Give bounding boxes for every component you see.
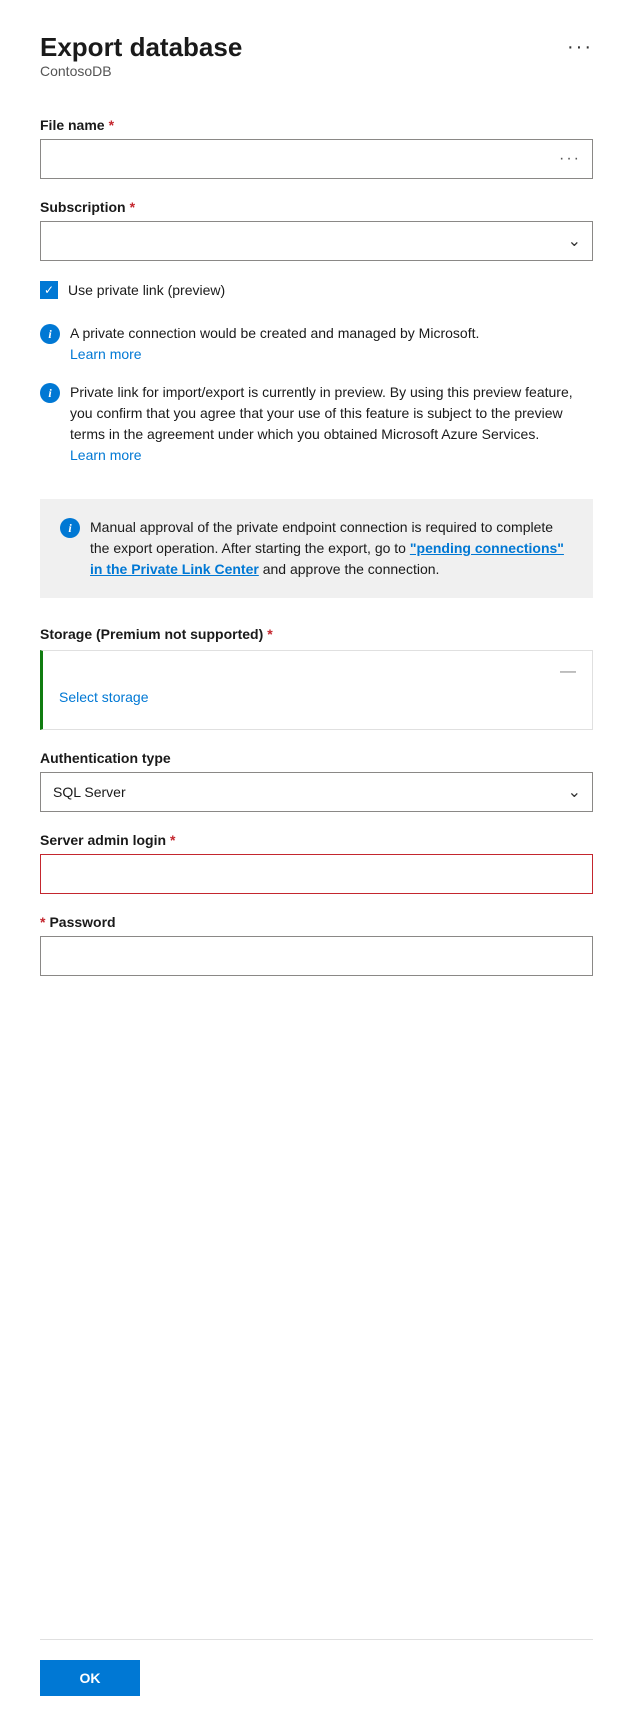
ok-button[interactable]: OK (40, 1660, 140, 1696)
file-name-input-wrapper: ··· (40, 139, 593, 179)
info-icon-2: i (40, 383, 60, 403)
password-input[interactable] (40, 936, 593, 976)
subscription-select[interactable] (40, 221, 593, 261)
password-label: * Password (40, 914, 593, 930)
server-admin-required: * (170, 832, 175, 848)
approval-text-after: and approve the connection. (259, 561, 440, 577)
export-panel: Export database ContosoDB ··· File name … (0, 0, 633, 1736)
auth-type-select-wrapper: SQL Server ⌄ (40, 772, 593, 812)
footer: OK (40, 1599, 593, 1696)
server-admin-input[interactable] (40, 854, 593, 894)
password-group: * Password (40, 914, 593, 976)
private-link-checkbox[interactable]: ✓ (40, 281, 58, 299)
more-options-icon[interactable]: ··· (567, 36, 593, 59)
learn-more-link-1[interactable]: Learn more (70, 346, 479, 362)
info-row-2: i Private link for import/export is curr… (40, 382, 593, 463)
file-name-group: File name * ··· (40, 117, 593, 179)
info-row-1: i A private connection would be created … (40, 323, 593, 362)
file-name-required: * (109, 117, 114, 133)
approval-info-icon: i (60, 518, 80, 538)
auth-type-label: Authentication type (40, 750, 593, 766)
info-icon-1: i (40, 324, 60, 344)
info-section: i A private connection would be created … (40, 323, 593, 483)
private-link-label: Use private link (preview) (68, 282, 225, 298)
storage-group: Storage (Premium not supported) * — Sele… (40, 626, 593, 730)
subscription-required: * (130, 199, 135, 215)
info-text-2: Private link for import/export is curren… (70, 384, 573, 442)
subscription-label: Subscription * (40, 199, 593, 215)
panel-title: Export database ContosoDB (40, 32, 242, 111)
panel-header: Export database ContosoDB ··· (40, 32, 593, 111)
info-content-2: Private link for import/export is curren… (70, 382, 593, 463)
private-link-checkbox-row[interactable]: ✓ Use private link (preview) (40, 281, 593, 299)
storage-required: * (267, 626, 272, 642)
learn-more-link-2[interactable]: Learn more (70, 447, 593, 463)
server-admin-group: Server admin login * (40, 832, 593, 894)
title: Export database (40, 32, 242, 63)
file-name-label: File name * (40, 117, 593, 133)
auth-type-select[interactable]: SQL Server (40, 772, 593, 812)
select-storage-link[interactable]: Select storage (59, 689, 576, 705)
subtitle: ContosoDB (40, 63, 242, 79)
approval-info-row: i Manual approval of the private endpoin… (60, 517, 573, 580)
password-required: * (40, 914, 45, 930)
subscription-group: Subscription * ⌄ (40, 199, 593, 261)
storage-label: Storage (Premium not supported) * (40, 626, 593, 642)
approval-info-box: i Manual approval of the private endpoin… (40, 499, 593, 598)
checkmark-icon: ✓ (44, 284, 54, 296)
footer-divider (40, 1639, 593, 1640)
server-admin-label: Server admin login * (40, 832, 593, 848)
info-text-1: A private connection would be created an… (70, 325, 479, 341)
storage-dash-icon: — (59, 663, 576, 681)
subscription-select-wrapper: ⌄ (40, 221, 593, 261)
spacer (40, 996, 593, 1599)
storage-picker: — Select storage (40, 650, 593, 730)
file-name-input[interactable] (40, 139, 593, 179)
info-content-1: A private connection would be created an… (70, 323, 479, 362)
approval-info-text: Manual approval of the private endpoint … (90, 517, 573, 580)
auth-type-group: Authentication type SQL Server ⌄ (40, 750, 593, 812)
